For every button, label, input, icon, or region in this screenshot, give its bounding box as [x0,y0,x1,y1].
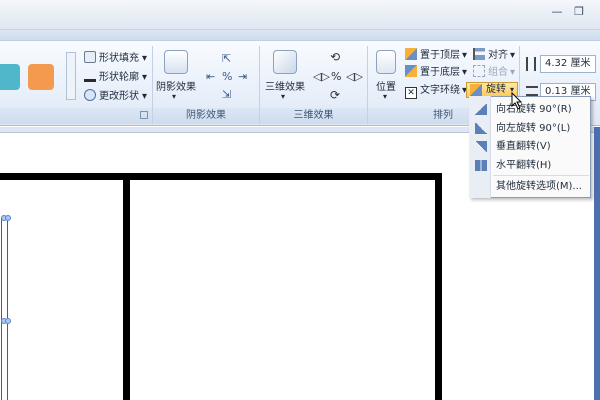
tilt-down-icon[interactable]: ⟳ [330,88,340,102]
tilt-up-icon[interactable]: ⟲ [330,50,340,64]
chevron-down-icon: ▾ [142,72,148,83]
three-d-group-label: 三维效果 [260,108,367,124]
dialog-launcher-icon[interactable] [140,111,148,119]
nudge-shadow-up-icon[interactable]: ⇱ [222,52,231,65]
three-d-effects-icon [273,50,297,74]
chevron-down-icon: ▾ [510,67,516,78]
shape-fill-button[interactable]: 形状填充 ▾ [84,51,147,67]
toggle-shadow-icon[interactable]: % [222,70,232,83]
bring-to-front-button[interactable]: 置于顶层 ▾ [405,48,467,64]
shape-height-icon [526,57,536,71]
change-shape-icon [84,89,96,101]
chevron-down-icon: ▾ [142,91,148,102]
menu-item-flip-vertical[interactable]: 垂直翻转(V) [472,138,590,155]
send-to-back-button[interactable]: 置于底层 ▾ [405,65,467,81]
shape-outline-button[interactable]: 形状轮廓 ▾ [84,70,147,86]
group-button[interactable]: 组合 ▾ [473,65,515,81]
chevron-down-icon: ▾ [172,92,177,101]
rotate-left-icon [475,123,487,134]
rotate-icon [470,84,482,96]
menu-item-more-rotation-options[interactable]: 其他旋转选项(M)... [472,178,590,195]
three-d-effects-button[interactable]: 三维效果 [260,78,310,93]
position-icon [376,50,396,74]
style-swatch-teal[interactable] [0,64,20,90]
tilt-right-icon[interactable]: ◁▷ [346,70,363,83]
resize-handle[interactable] [5,318,11,324]
minimize-icon[interactable]: — [546,4,568,20]
flip-vertical-icon [475,141,487,152]
nudge-shadow-down-icon[interactable]: ⇲ [222,88,231,101]
flip-horizontal-icon [475,160,487,171]
ribbon-tab-strip [0,30,600,40]
shape-height-input[interactable]: 4.32 厘米 [540,55,596,73]
selected-shape[interactable] [1,218,8,400]
toggle-3d-icon[interactable]: % [331,70,341,83]
paint-bucket-icon [84,51,96,63]
menu-item-flip-horizontal[interactable]: 水平翻转(H) [472,157,590,174]
style-swatch-orange[interactable] [28,64,54,90]
menu-item-rotate-right-90[interactable]: 向右旋转 90°(R) [472,101,590,118]
menu-separator [493,175,589,176]
shadow-group-label: 阴影效果 [153,108,259,124]
chevron-down-icon: ▾ [142,53,148,64]
chevron-down-icon: ▾ [510,50,516,61]
text-wrapping-icon: ✕ [405,87,417,99]
shape-width-icon [526,86,538,96]
restore-icon[interactable]: ❐ [568,4,590,20]
change-shape-button[interactable]: 更改形状 ▾ [84,89,147,105]
chevron-down-icon: ▾ [462,50,468,61]
align-icon [473,48,485,60]
nudge-shadow-right-icon[interactable]: ⇥ [238,70,247,83]
resize-handle[interactable] [5,215,11,221]
shadow-effects-button[interactable]: 阴影效果 [150,78,202,93]
pen-outline-icon [84,70,96,82]
send-to-back-icon [405,65,417,77]
title-bar [0,0,600,30]
table-border-top [0,173,442,180]
align-button[interactable]: 对齐 ▾ [473,48,515,64]
chevron-down-icon: ▾ [383,92,388,101]
menu-item-rotate-left-90[interactable]: 向左旋转 90°(L) [472,120,590,137]
tilt-left-icon[interactable]: ◁▷ [313,70,330,83]
table-border-middle [123,173,130,400]
mouse-cursor-icon [511,92,523,110]
style-gallery-scroll[interactable] [66,52,76,100]
bring-to-front-icon [405,48,417,60]
table-border-right [435,173,442,400]
chevron-down-icon: ▾ [462,67,468,78]
shadow-effects-icon [164,50,188,74]
group-icon [473,65,485,77]
position-button[interactable]: 位置 [372,78,400,93]
text-wrapping-button[interactable]: ✕ 文字环绕 ▾ [405,83,467,99]
vertical-scrollbar[interactable] [594,127,600,400]
nudge-shadow-left-icon[interactable]: ⇤ [206,70,215,83]
chevron-down-icon: ▾ [281,92,286,101]
rotate-right-icon [475,104,487,115]
shape-styles-group-label [0,108,152,124]
